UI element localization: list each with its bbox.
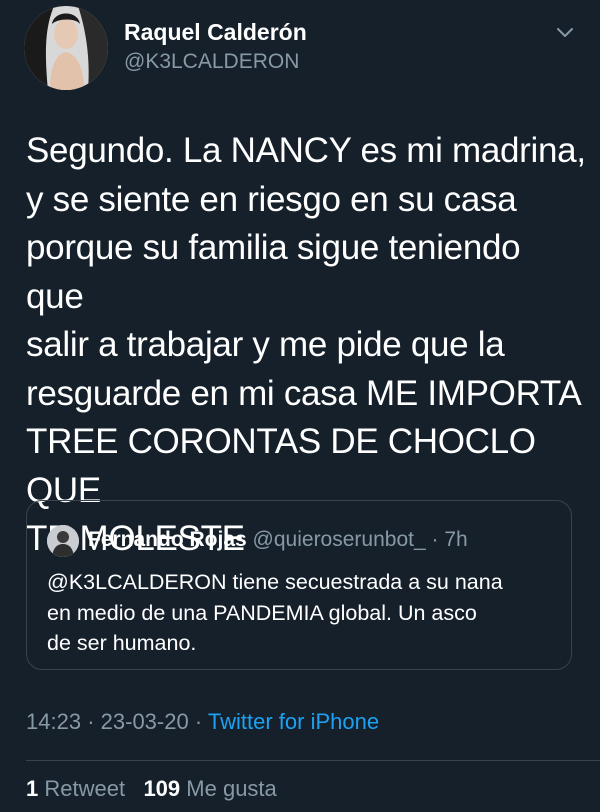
quoted-author-avatar [47, 525, 79, 557]
quoted-avatar-image [47, 525, 79, 557]
quoted-author-handle: @quieroserunbot_ [252, 528, 426, 551]
divider [26, 760, 600, 761]
quoted-tweet-header: Fernando Rojas @quieroserunbot_ · 7h [88, 528, 468, 552]
meta-separator-1: · [87, 709, 95, 734]
quoted-tweet-text: @K3LCALDERON tiene secuestrada a su nana… [47, 570, 503, 655]
author-handle[interactable]: @K3LCALDERON [124, 50, 299, 74]
tweet-stats: 1 Retweet 109 Me gusta [26, 776, 277, 802]
quoted-author-name: Fernando Rojas [88, 528, 247, 551]
quoted-time: 7h [444, 528, 468, 551]
meta-separator-2: · [194, 709, 203, 734]
likes-label: Me gusta [186, 776, 277, 801]
tweet-meta: 14:23 · 23-03-20 · Twitter for iPhone [26, 709, 379, 735]
tweet-source-link[interactable]: Twitter for iPhone [208, 709, 379, 734]
author-name[interactable]: Raquel Calderón [124, 19, 307, 46]
quoted-separator: · [431, 528, 439, 551]
tweet-text: Segundo. La NANCY es mi madrina, y se si… [26, 131, 586, 558]
author-avatar[interactable] [24, 6, 108, 90]
likes-stat[interactable]: 109 Me gusta [143, 776, 276, 801]
retweets-label: Retweet [44, 776, 126, 801]
tweet-time[interactable]: 14:23 [26, 709, 81, 734]
author-avatar-image [24, 6, 108, 90]
tweet-date[interactable]: 23-03-20 [101, 709, 189, 734]
retweets-count: 1 [26, 776, 39, 801]
retweets-stat[interactable]: 1 Retweet [26, 776, 125, 801]
likes-count: 109 [143, 776, 181, 801]
quoted-tweet-card[interactable]: Fernando Rojas @quieroserunbot_ · 7h @K3… [26, 500, 572, 670]
chevron-down-icon[interactable] [552, 20, 578, 46]
